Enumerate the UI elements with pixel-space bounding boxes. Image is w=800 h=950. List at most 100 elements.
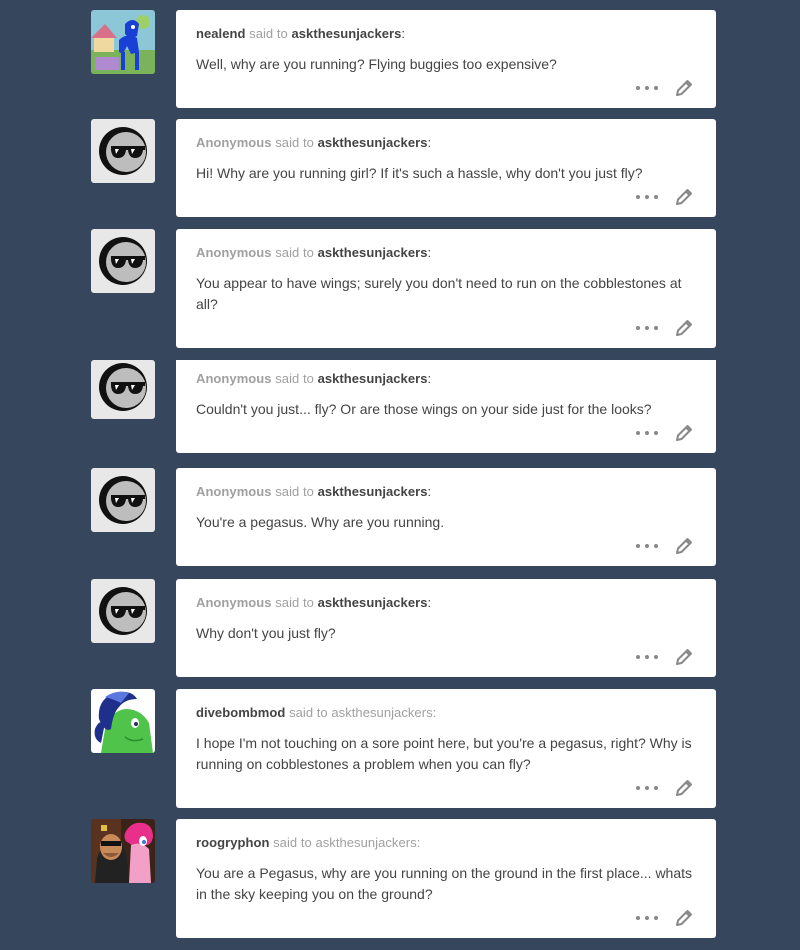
asker-name: Anonymous: [196, 371, 272, 386]
ellipsis-icon: [654, 195, 658, 199]
pinkie-pony-avatar[interactable]: [91, 819, 155, 883]
more-options-button[interactable]: [636, 538, 658, 554]
ellipsis-icon: [654, 786, 658, 790]
ellipsis-icon: [654, 916, 658, 920]
edit-button[interactable]: [674, 778, 694, 798]
asker-line: divebombmod said to askthesunjackers:: [196, 705, 436, 720]
recipient-name[interactable]: askthesunjackers: [318, 371, 428, 386]
asker-name[interactable]: roogryphon: [196, 835, 269, 850]
more-options-button[interactable]: [636, 189, 658, 205]
asker-line: Anonymous said to askthesunjackers:: [196, 371, 431, 386]
colon: :: [427, 245, 432, 260]
asker-name[interactable]: nealend: [196, 26, 245, 41]
anonymous-sunglasses-avatar[interactable]: [91, 360, 155, 419]
ellipsis-icon: [645, 655, 649, 659]
more-options-button[interactable]: [636, 80, 658, 96]
ask-post: Anonymous said to askthesunjackers: You'…: [0, 468, 800, 566]
said-to-label: said to: [275, 371, 314, 386]
ellipsis-icon: [636, 786, 640, 790]
edit-button[interactable]: [674, 536, 694, 556]
ellipsis-icon: [654, 86, 658, 90]
edit-button[interactable]: [674, 423, 694, 443]
colon: :: [416, 835, 421, 850]
ask-card: Anonymous said to askthesunjackers: You'…: [176, 468, 716, 566]
pony-blue-avatar[interactable]: [91, 10, 155, 74]
asker-name[interactable]: divebombmod: [196, 705, 285, 720]
pencil-icon: [676, 910, 692, 926]
recipient-name[interactable]: askthesunjackers: [318, 484, 428, 499]
colon: :: [427, 135, 432, 150]
anonymous-sunglasses-avatar[interactable]: [91, 229, 155, 293]
edit-button[interactable]: [674, 318, 694, 338]
asker-name: Anonymous: [196, 595, 272, 610]
ellipsis-icon: [636, 431, 640, 435]
more-options-button[interactable]: [636, 320, 658, 336]
recipient-name[interactable]: askthesunjackers: [318, 595, 428, 610]
colon: :: [427, 484, 432, 499]
anonymous-sunglasses-avatar[interactable]: [91, 468, 155, 532]
ellipsis-icon: [645, 195, 649, 199]
ask-card: nealend said to askthesunjackers: Well, …: [176, 10, 716, 108]
asker-line: Anonymous said to askthesunjackers:: [196, 135, 431, 150]
more-options-button[interactable]: [636, 910, 658, 926]
ask-card: Anonymous said to askthesunjackers: You …: [176, 229, 716, 348]
ask-card: Anonymous said to askthesunjackers: Coul…: [176, 360, 716, 453]
ellipsis-icon: [645, 431, 649, 435]
pencil-icon: [676, 189, 692, 205]
asker-line: Anonymous said to askthesunjackers:: [196, 484, 431, 499]
pencil-icon: [676, 538, 692, 554]
asker-line: nealend said to askthesunjackers:: [196, 26, 405, 41]
pony-green-avatar[interactable]: [91, 689, 155, 753]
ellipsis-icon: [645, 544, 649, 548]
colon: :: [401, 26, 406, 41]
said-to-label: said to: [275, 135, 314, 150]
ask-post: Anonymous said to askthesunjackers: You …: [0, 229, 800, 348]
asker-line: Anonymous said to askthesunjackers:: [196, 245, 431, 260]
ellipsis-icon: [645, 916, 649, 920]
anonymous-sunglasses-avatar[interactable]: [91, 119, 155, 183]
colon: :: [427, 595, 432, 610]
asker-line: Anonymous said to askthesunjackers:: [196, 595, 431, 610]
pencil-icon: [676, 425, 692, 441]
ellipsis-icon: [654, 431, 658, 435]
asker-name: Anonymous: [196, 245, 272, 260]
more-options-button[interactable]: [636, 649, 658, 665]
anonymous-sunglasses-avatar[interactable]: [91, 579, 155, 643]
pencil-icon: [676, 320, 692, 336]
ellipsis-icon: [654, 326, 658, 330]
question-text: Hi! Why are you running girl? If it's su…: [196, 165, 643, 181]
ellipsis-icon: [636, 544, 640, 548]
ellipsis-icon: [636, 195, 640, 199]
more-options-button[interactable]: [636, 780, 658, 796]
edit-button[interactable]: [674, 908, 694, 928]
edit-button[interactable]: [674, 78, 694, 98]
recipient-name[interactable]: askthesunjackers: [315, 835, 416, 850]
pencil-icon: [676, 80, 692, 96]
recipient-name[interactable]: askthesunjackers: [318, 135, 428, 150]
recipient-name[interactable]: askthesunjackers: [291, 26, 401, 41]
asker-name: Anonymous: [196, 135, 272, 150]
recipient-name[interactable]: askthesunjackers: [318, 245, 428, 260]
asker-line: roogryphon said to askthesunjackers:: [196, 835, 420, 850]
colon: :: [427, 371, 432, 386]
edit-button[interactable]: [674, 647, 694, 667]
pencil-icon: [676, 649, 692, 665]
ellipsis-icon: [645, 326, 649, 330]
ellipsis-icon: [636, 326, 640, 330]
question-text: Couldn't you just... fly? Or are those w…: [196, 401, 652, 417]
pencil-icon: [676, 780, 692, 796]
ellipsis-icon: [654, 544, 658, 548]
question-text: Well, why are you running? Flying buggie…: [196, 56, 557, 72]
said-to-label: said to: [275, 484, 314, 499]
recipient-name[interactable]: askthesunjackers: [331, 705, 432, 720]
said-to-label: said to: [275, 595, 314, 610]
edit-button[interactable]: [674, 187, 694, 207]
question-text: I hope I'm not touching on a sore point …: [196, 735, 692, 772]
ask-post: Anonymous said to askthesunjackers: Why …: [0, 579, 800, 677]
more-options-button[interactable]: [636, 425, 658, 441]
said-to-label: said to: [249, 26, 288, 41]
said-to-label: said to: [275, 245, 314, 260]
ask-card: divebombmod said to askthesunjackers: I …: [176, 689, 716, 808]
ask-post: Anonymous said to askthesunjackers: Hi! …: [0, 119, 800, 217]
ellipsis-icon: [645, 86, 649, 90]
